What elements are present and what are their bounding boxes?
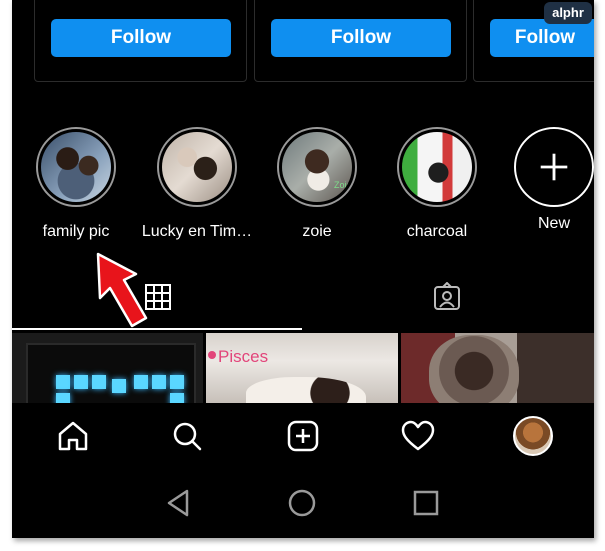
post-thumbnail[interactable] [401,333,594,403]
led-segment [170,375,184,389]
home-circle-icon[interactable] [284,485,320,521]
led-segment [74,375,88,389]
led-segment [134,375,148,389]
highlight-label: Lucky en Tim… [141,223,253,240]
search-icon[interactable] [169,418,205,454]
highlight-cover-image: Zoie [282,132,352,202]
follow-button[interactable]: Follow [271,19,451,57]
led-segment [56,393,70,403]
led-segment [170,393,184,403]
highlight-ring [157,127,237,207]
plus-icon [540,153,568,181]
profile-avatar[interactable] [513,416,553,456]
tagged-person-icon[interactable] [432,282,462,312]
pisces-decoration [208,351,216,359]
dog-shape [246,377,366,403]
selected-tab-indicator [12,328,302,330]
highlight-zoie[interactable]: Zoie zoie [262,123,372,248]
highlight-charcoal[interactable]: charcoal [382,123,492,248]
suggestion-card: Follow [254,0,467,82]
highlight-lucky-en-tim[interactable]: Lucky en Tim… [142,123,252,248]
highlight-ring [36,127,116,207]
highlight-cover-image [41,132,111,202]
suggestion-card: Follow [34,0,247,82]
photo-caption: Zoie [334,180,352,190]
recents-square-icon[interactable] [408,485,444,521]
post-thumbnail[interactable]: Pisces [206,333,398,403]
heart-icon[interactable] [400,418,436,454]
follow-button[interactable]: Follow [51,19,231,57]
led-segment [112,379,126,393]
new-highlight-label: New [537,215,570,232]
highlight-cover-image [162,132,232,202]
highlight-label: charcoal [406,223,468,240]
add-post-icon[interactable] [285,418,321,454]
highlight-label: zoie [302,223,332,240]
led-segment [92,375,106,389]
follow-button[interactable]: Follow [490,19,594,57]
post-caption: Pisces [218,347,269,366]
highlight-family-pic[interactable]: family pic [21,123,131,248]
led-segment [152,375,166,389]
dog-shape [429,335,519,403]
highlight-ring: Zoie [277,127,357,207]
app-screen: Follow Follow Follow family pic Lucky en… [12,0,594,538]
highlight-label: family pic [42,223,110,240]
red-arrow-annotation [96,252,148,328]
back-triangle-icon[interactable] [161,485,197,521]
highlight-cover-image [402,132,472,202]
new-highlight[interactable]: New [499,123,594,248]
new-highlight-ring [514,127,594,207]
led-segment [56,375,70,389]
highlight-ring [397,127,477,207]
alphr-watermark: alphr [544,2,592,24]
post-thumbnail[interactable] [12,333,203,403]
home-icon[interactable] [55,418,91,454]
